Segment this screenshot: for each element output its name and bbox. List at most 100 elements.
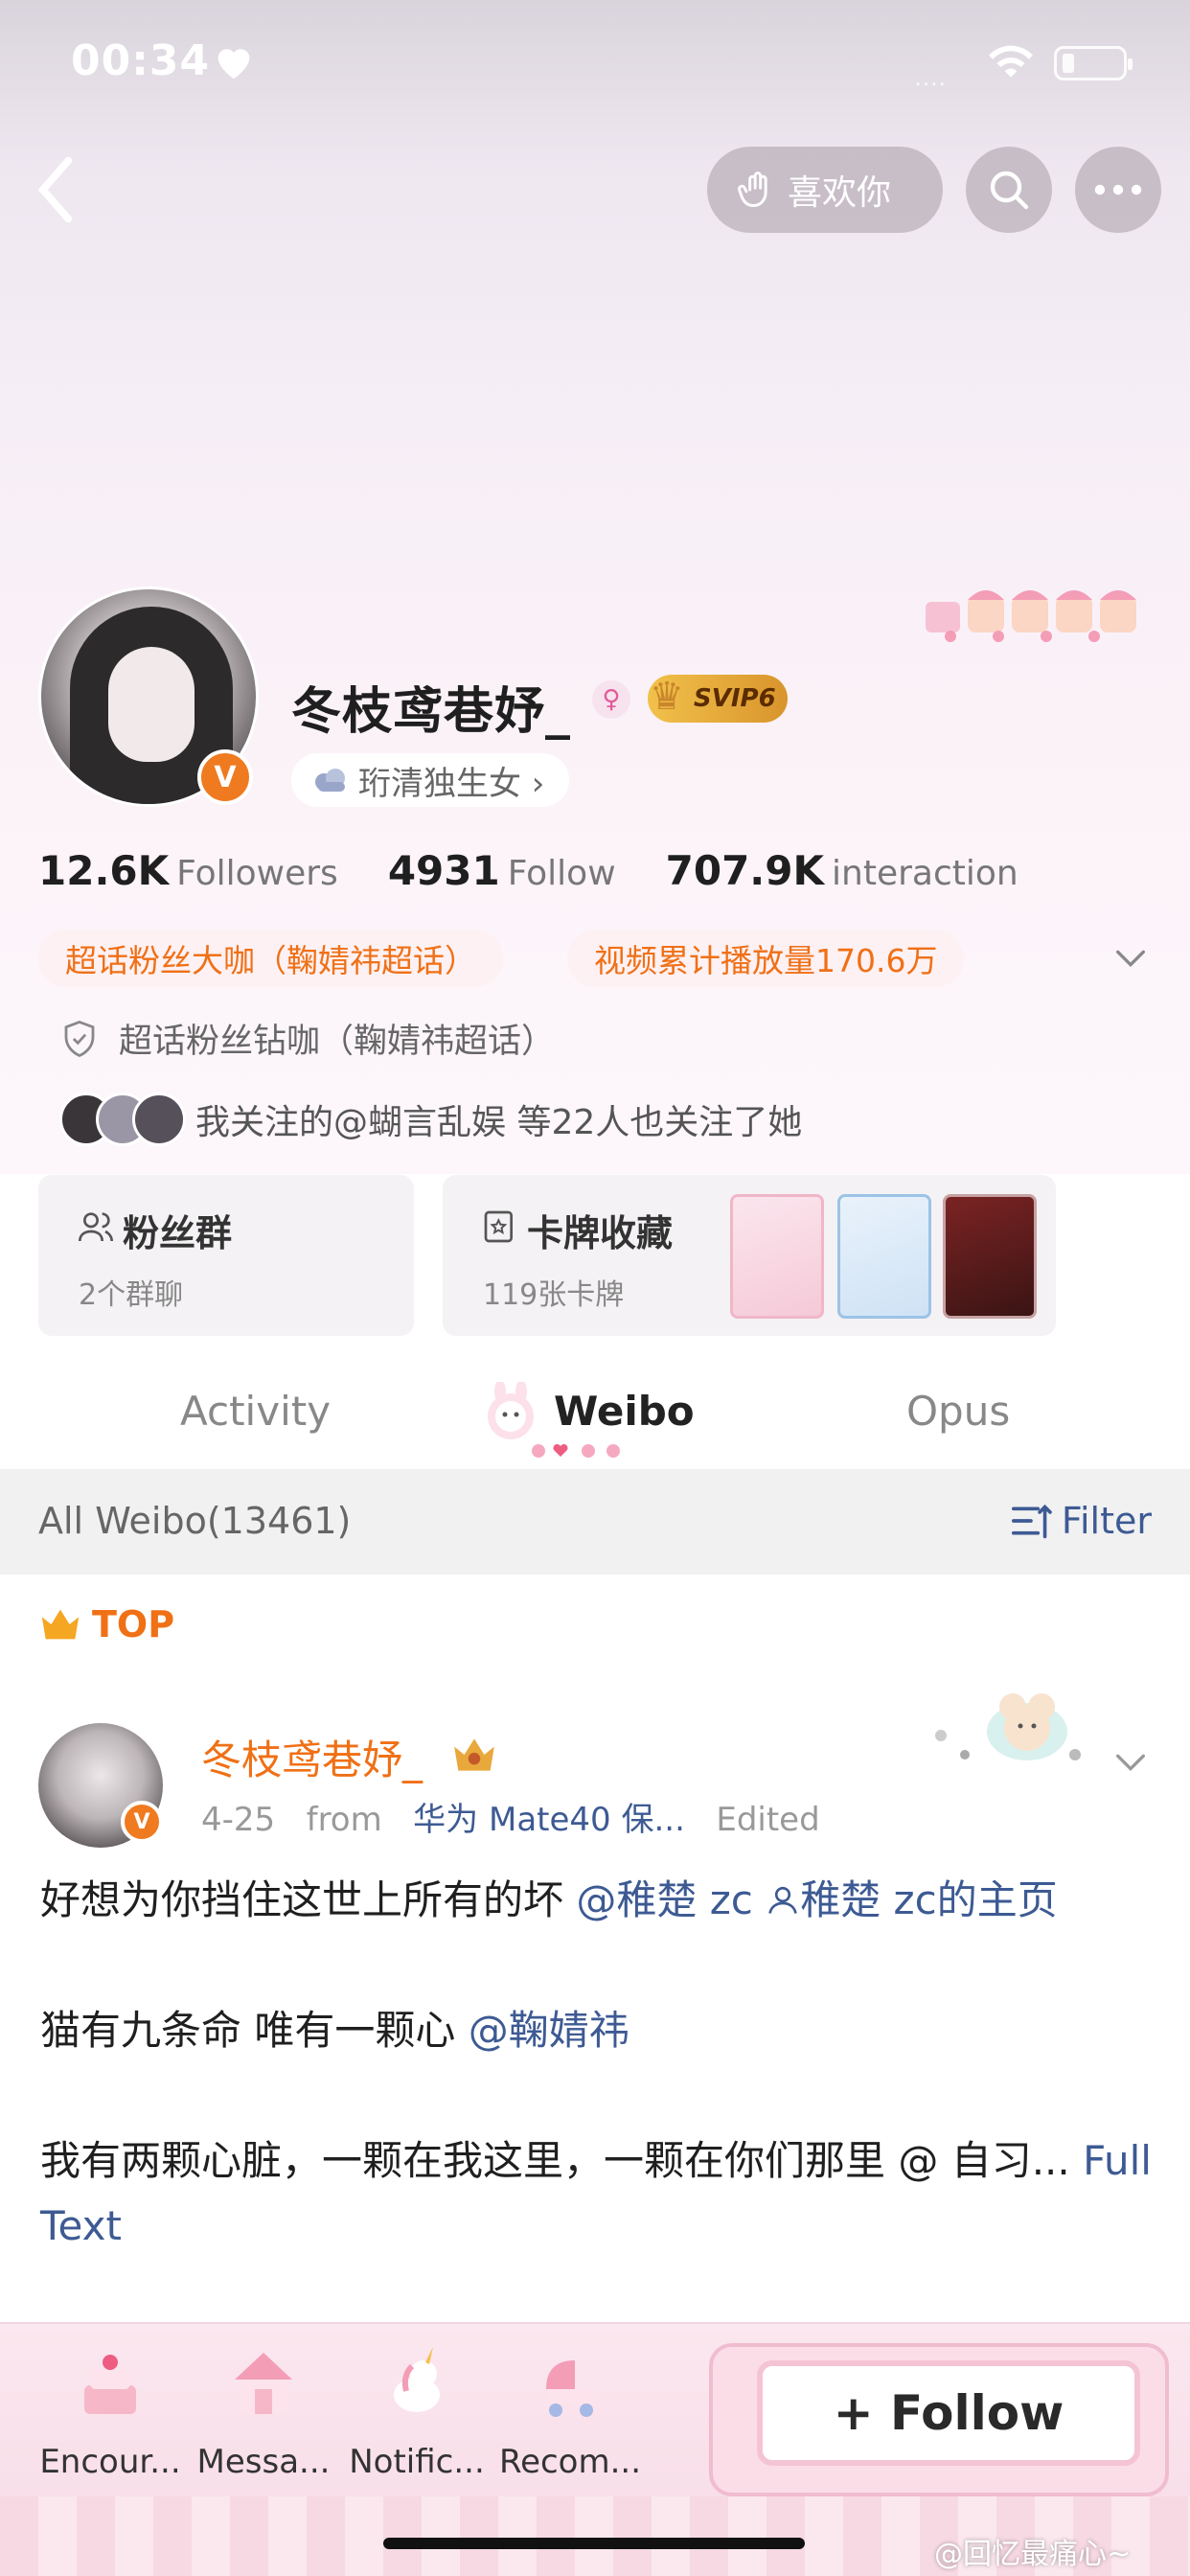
post-text: 好想为你挡住这世上所有的坏 — [40, 1876, 577, 1923]
user-icon — [768, 1886, 798, 1914]
encourage-label: Encour... — [39, 2443, 181, 2481]
message-label: Messa... — [196, 2443, 331, 2481]
search-icon — [990, 171, 1029, 210]
post-date: 4-25 — [201, 1801, 276, 1839]
notification-button[interactable]: Notific... — [345, 2341, 489, 2495]
hand-wave-icon — [738, 172, 767, 207]
post-text: 猫有九条命 唯有一颗心 — [40, 2007, 469, 2054]
post-text: 我有两颗心脏，一颗在我这里，一颗在你们那里 @ 自习... — [40, 2137, 1084, 2184]
crown-badge-icon — [454, 1738, 494, 1771]
stat-interaction-label: interaction — [832, 854, 1018, 893]
notification-label: Notific... — [349, 2443, 485, 2481]
stat-followers[interactable]: 12.6K Followers — [38, 847, 338, 894]
encourage-button[interactable]: Encour... — [38, 2341, 182, 2495]
card-collection-title: 卡牌收藏 — [527, 1212, 674, 1254]
tab-activity[interactable]: Activity — [180, 1388, 331, 1435]
home-indicator[interactable] — [383, 2538, 805, 2549]
heart-icon — [217, 49, 250, 80]
fans-group-title: 粉丝群 — [123, 1212, 233, 1254]
tab-weibo[interactable]: Weibo — [554, 1388, 695, 1435]
cake-icon — [84, 2355, 136, 2414]
more-dots-icon — [1094, 184, 1142, 196]
common-follower-avatar — [132, 1092, 186, 1146]
profile-link-label: 稚楚 zc的主页 — [800, 1876, 1058, 1923]
post-body: 好想为你挡住这世上所有的坏 @稚楚 zc 稚楚 zc的主页 猫有九条命 唯有一颗… — [40, 1868, 1152, 2259]
stat-interaction-num: 707.9K — [665, 847, 825, 894]
like-you-button[interactable]: 喜欢你 — [707, 147, 943, 233]
stat-follow-label: Follow — [507, 854, 616, 893]
filter-button[interactable]: Filter — [1010, 1500, 1152, 1542]
stat-interaction[interactable]: 707.9K interaction — [666, 847, 1018, 894]
profile-stats: 12.6K Followers 4931 Follow 707.9K interact… — [38, 847, 1018, 894]
common-followers-row[interactable]: 我关注的@蝴言乱娱 等22人也关注了她 — [59, 1092, 802, 1146]
card-thumbnail[interactable] — [837, 1194, 931, 1319]
train-decoration-icon — [926, 590, 1136, 642]
all-weibo-count: All Weibo(13461) — [38, 1500, 352, 1542]
wifi-icon — [989, 45, 1033, 78]
profile-tabs: Activity Weibo Opus — [0, 1361, 1190, 1466]
honor-row[interactable]: 超话粉丝钻咖（鞠婧祎超话） — [59, 1014, 555, 1063]
stat-followers-label: Followers — [176, 854, 338, 893]
post-meta: 4-25 from 华为 Mate40 保... Edited — [201, 1793, 820, 1840]
card-collection-sub: 119张卡牌 — [483, 1278, 625, 1312]
shield-icon — [64, 1020, 95, 1057]
chevron-down-icon[interactable] — [1111, 939, 1150, 978]
post-paragraph: 猫有九条命 唯有一颗心 @鞠婧祎 — [40, 1998, 1152, 2063]
recommend-label: Recom... — [498, 2443, 642, 2481]
post-paragraph: 我有两颗心脏，一颗在我这里，一颗在你们那里 @ 自习... Full Text — [40, 2128, 1152, 2259]
post-paragraph: 好想为你挡住这世上所有的坏 @稚楚 zc 稚楚 zc的主页 — [40, 1868, 1152, 1933]
profile-link[interactable]: 稚楚 zc的主页 — [766, 1876, 1058, 1923]
bear-cloud-decoration-icon — [935, 1693, 1081, 1760]
post-author-name[interactable]: 冬枝鸢巷妤_ — [201, 1728, 423, 1786]
verified-v-icon: V — [121, 1801, 163, 1843]
post-source[interactable]: 华为 Mate40 保... — [413, 1801, 685, 1839]
chevron-down-icon[interactable] — [1111, 1743, 1150, 1782]
watermark-text: @回忆最痛心~ — [934, 2538, 1132, 2571]
unicorn-icon — [394, 2347, 440, 2412]
recommend-button[interactable]: Recom... — [498, 2341, 642, 2495]
mention-link[interactable]: @鞠婧祎 — [469, 2007, 629, 2054]
top-label-text: TOP — [92, 1603, 175, 1645]
tab-opus[interactable]: Opus — [906, 1388, 1010, 1435]
follow-button[interactable]: + Follow — [757, 2360, 1140, 2466]
more-button[interactable] — [1075, 147, 1161, 233]
stat-followers-num: 12.6K — [38, 847, 170, 894]
profile-tag-label: 珩清独生女 › — [358, 764, 545, 803]
svip-label: SVIP6 — [694, 684, 776, 713]
message-button[interactable]: Messa... — [192, 2341, 335, 2495]
card-thumbnail[interactable] — [730, 1194, 824, 1319]
post-from: from — [306, 1801, 382, 1839]
status-bar: 00:34 .... — [0, 0, 1190, 134]
mention-link[interactable]: @稚楚 zc — [576, 1876, 766, 1923]
honor-label: 超话粉丝钻咖（鞠婧祎超话） — [119, 1023, 556, 1061]
video-play-count-badge[interactable]: 视频累计播放量170.6万 — [567, 930, 965, 987]
fans-group-sub: 2个群聊 — [79, 1278, 184, 1312]
carousel-icon — [235, 2353, 292, 2414]
bunny-tab-icon — [488, 1382, 534, 1439]
stat-follow[interactable]: 4931 Follow — [388, 847, 616, 894]
svip-badge[interactable]: ♛ SVIP6 — [648, 675, 788, 723]
status-time: 00:34 — [71, 36, 211, 85]
common-followers-label: 我关注的@蝴言乱娱 等22人也关注了她 — [195, 1103, 803, 1142]
back-arrow-icon[interactable] — [27, 153, 84, 226]
like-you-label: 喜欢你 — [788, 173, 892, 213]
super-topic-fan-badge[interactable]: 超话粉丝大咖（鞠婧祎超话） — [38, 930, 503, 987]
avatar-face — [108, 647, 195, 762]
search-button[interactable] — [966, 147, 1052, 233]
cloud-icon — [315, 769, 345, 792]
fans-group-card[interactable]: 粉丝群 2个群聊 — [38, 1175, 414, 1336]
flower-underline-icon — [532, 1443, 620, 1458]
profile-username: 冬枝鸢巷妤_ — [291, 683, 572, 741]
stroller-icon — [546, 2360, 594, 2417]
crown-icon — [41, 1609, 80, 1640]
card-collection-icon — [484, 1210, 513, 1243]
card-thumbnail[interactable] — [943, 1194, 1037, 1319]
verified-v-icon: V — [197, 749, 253, 805]
pinned-top-label: TOP — [38, 1603, 174, 1645]
post-edited: Edited — [716, 1801, 820, 1839]
profile-tag-pill[interactable]: 珩清独生女 › — [291, 753, 570, 807]
filter-label: Filter — [1061, 1500, 1152, 1542]
filter-bar: All Weibo(13461) Filter — [0, 1469, 1190, 1575]
card-collection-card[interactable]: 卡牌收藏 119张卡牌 — [443, 1175, 1056, 1336]
stat-follow-num: 4931 — [387, 847, 500, 894]
